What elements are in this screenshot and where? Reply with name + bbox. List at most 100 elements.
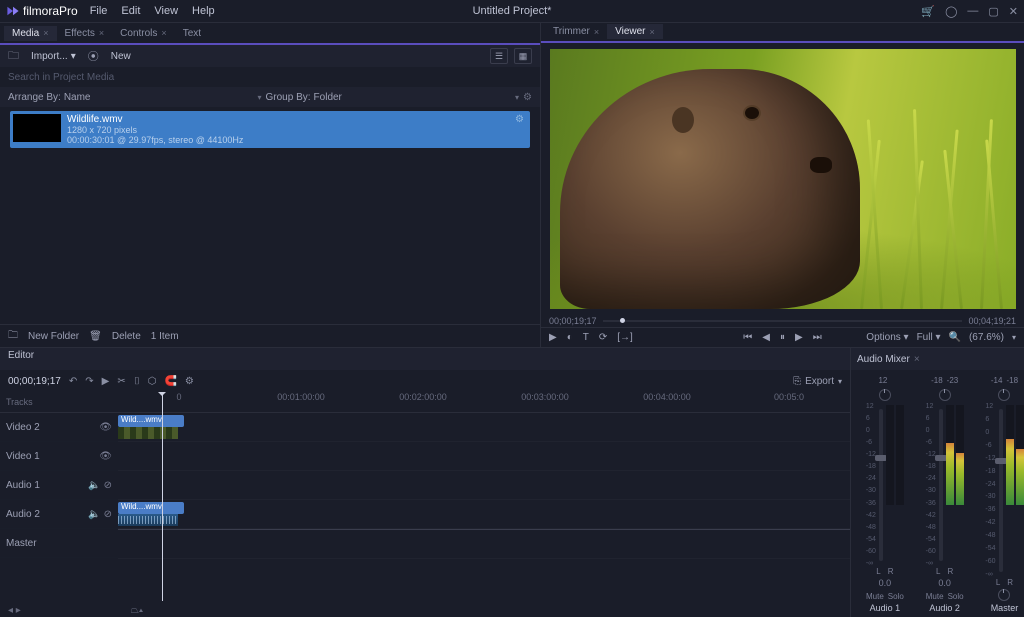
magnet-icon[interactable]: 🧲	[164, 376, 176, 387]
loop-icon[interactable]: ⟳	[599, 332, 607, 343]
editor-timecode[interactable]: 00;00;19;17	[8, 376, 61, 387]
pan-knob[interactable]	[998, 389, 1010, 401]
solo-button[interactable]: Solo	[888, 592, 904, 601]
step-back-icon[interactable]: ◀	[762, 332, 770, 343]
viewer-controls: ▶ ◐ T ⟳ [→] ⏮ ◀ ⏸ ▶ ⏭ Options ▾ Full ▾ 🔍…	[541, 327, 1024, 347]
pan-knob[interactable]	[939, 389, 951, 401]
playhead[interactable]	[162, 392, 163, 601]
list-view-icon[interactable]: ☰	[490, 48, 508, 64]
next-icon[interactable]: ⏭	[813, 332, 822, 343]
close-icon[interactable]: ×	[43, 28, 48, 38]
tab-controls[interactable]: Controls×	[112, 26, 175, 41]
slice-icon[interactable]: ✂	[117, 376, 125, 387]
track-header-audio2[interactable]: Audio 2🔈 ⊘	[0, 500, 118, 529]
mute-icon[interactable]: 🔈 ⊘	[88, 509, 112, 520]
prev-icon[interactable]: ⏮	[743, 332, 752, 343]
full-dropdown[interactable]: Full ▾	[917, 332, 941, 343]
mark-in-icon[interactable]: ◐	[567, 332, 573, 343]
lane-video1[interactable]	[118, 442, 850, 471]
lane-video2[interactable]: Wild....wmv	[118, 413, 850, 442]
bracket-icon[interactable]: [→]	[617, 332, 633, 343]
tab-effects[interactable]: Effects×	[57, 26, 113, 41]
tab-viewer[interactable]: Viewer×	[607, 24, 663, 39]
media-item[interactable]: Wildlife.wmv 1280 x 720 pixels 00:00:30:…	[10, 111, 530, 148]
menu-help[interactable]: Help	[192, 5, 215, 17]
grid-view-icon[interactable]: ▦	[514, 48, 532, 64]
delete-button[interactable]: Delete	[112, 331, 141, 342]
master-knob[interactable]	[998, 589, 1010, 601]
close-icon[interactable]: ×	[99, 28, 104, 38]
volume-value[interactable]: 0.0	[879, 578, 892, 588]
user-icon[interactable]: ◯	[945, 5, 957, 18]
lane-master[interactable]	[118, 529, 850, 559]
gear-icon[interactable]: ⚙	[185, 376, 194, 387]
export-button[interactable]: ⎘ Export ▾	[793, 376, 842, 387]
zoom-icon[interactable]: 🔍	[949, 332, 961, 343]
tab-trimmer[interactable]: Trimmer×	[545, 24, 607, 39]
close-icon[interactable]: ✕	[1009, 5, 1018, 18]
step-fwd-icon[interactable]: ▶	[795, 332, 803, 343]
menu-edit[interactable]: Edit	[121, 5, 140, 17]
track-header-video2[interactable]: Video 2👁	[0, 413, 118, 442]
timeline-ruler[interactable]: 0 00:01:00:00 00:02:00:00 00:03:00:00 00…	[118, 392, 850, 413]
viewer-scrubber[interactable]: 00;00;19;17 00;04;19;21	[541, 315, 1024, 327]
viewer-canvas[interactable]	[541, 43, 1024, 315]
item-count: 1 Item	[151, 331, 532, 342]
tab-text[interactable]: Text	[175, 26, 209, 41]
lane-audio1[interactable]	[118, 471, 850, 500]
maximize-icon[interactable]: ▢	[988, 5, 998, 18]
search-input[interactable]: Search in Project Media	[0, 67, 540, 87]
vu-right	[956, 405, 964, 505]
cursor-icon[interactable]: ▶	[102, 376, 110, 387]
scrub-bar[interactable]	[603, 320, 963, 322]
menu-file[interactable]: File	[90, 5, 108, 17]
media-list: Wildlife.wmv 1280 x 720 pixels 00:00:30:…	[0, 107, 540, 324]
import-button[interactable]: Import...▾	[25, 49, 82, 64]
media-meta: Wildlife.wmv 1280 x 720 pixels 00:00:30:…	[67, 114, 243, 145]
tab-media[interactable]: Media×	[4, 26, 57, 41]
redo-icon[interactable]: ↷	[85, 376, 93, 387]
timeline-tracks[interactable]: 0 00:01:00:00 00:02:00:00 00:03:00:00 00…	[118, 392, 850, 601]
track-header-master[interactable]: Master	[0, 529, 118, 558]
lane-audio2[interactable]: Wild....wmv	[118, 500, 850, 529]
group-dropdown[interactable]: Group By: Folder▾	[266, 92, 520, 103]
mute-icon[interactable]: 🔈 ⊘	[88, 480, 112, 491]
media-name: Wildlife.wmv	[67, 114, 243, 125]
gear-icon[interactable]: ⚙	[523, 92, 532, 103]
text-icon[interactable]: T	[583, 332, 589, 343]
zoom-level[interactable]: (67.6%)	[969, 332, 1004, 343]
eye-icon[interactable]: 👁	[99, 451, 112, 462]
cart-icon[interactable]: 🛒	[921, 5, 935, 18]
link-icon[interactable]: ⬡	[148, 376, 157, 387]
fader[interactable]	[879, 409, 883, 561]
track-header-video1[interactable]: Video 1👁	[0, 442, 118, 471]
clip-audio[interactable]: Wild....wmv	[118, 502, 184, 514]
gear-icon[interactable]: ⚙	[515, 114, 527, 145]
mute-button[interactable]: Mute	[866, 592, 884, 601]
menu-view[interactable]: View	[154, 5, 178, 17]
media-resolution: 1280 x 720 pixels	[67, 125, 243, 135]
volume-value[interactable]: 0.0	[938, 578, 951, 588]
clip-video[interactable]: Wild....wmv	[118, 415, 184, 427]
undo-icon[interactable]: ↶	[69, 376, 77, 387]
fader[interactable]	[939, 409, 943, 561]
fader[interactable]	[999, 409, 1003, 572]
zoom-slider-icon[interactable]: ⏢▴	[131, 605, 143, 616]
eye-icon[interactable]: 👁	[99, 422, 112, 433]
snap-icon[interactable]: ⌷	[134, 376, 140, 387]
collapse-icon[interactable]: ◂ ▸	[8, 605, 21, 616]
mute-button[interactable]: Mute	[926, 592, 944, 601]
pan-knob[interactable]	[879, 389, 891, 401]
new-button[interactable]: New	[105, 49, 137, 64]
pause-icon[interactable]: ⏸	[780, 332, 785, 343]
play-icon[interactable]: ▶	[549, 332, 557, 343]
solo-button[interactable]: Solo	[948, 592, 964, 601]
arrange-dropdown[interactable]: Arrange By: Name▾	[8, 92, 262, 103]
track-header-audio1[interactable]: Audio 1🔈 ⊘	[0, 471, 118, 500]
record-icon[interactable]: ⦿	[88, 48, 99, 64]
folder-icon[interactable]: 🗀	[8, 47, 19, 66]
close-icon[interactable]: ×	[161, 28, 166, 38]
minimize-icon[interactable]: ―	[967, 5, 978, 18]
options-dropdown[interactable]: Options ▾	[866, 332, 908, 343]
new-folder-button[interactable]: New Folder	[28, 331, 79, 342]
